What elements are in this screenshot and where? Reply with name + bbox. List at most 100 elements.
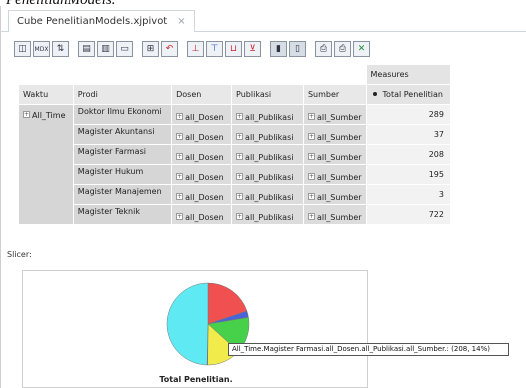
expand-icon[interactable]: + [236, 133, 244, 140]
pie-slice[interactable] [166, 282, 209, 366]
expand-icon[interactable]: + [307, 113, 315, 120]
dosen-label: all_Dosen [185, 213, 224, 222]
dosen-label: all_Dosen [185, 193, 224, 202]
expand-icon[interactable]: + [236, 193, 244, 200]
dosen-cell[interactable]: + all_Dosen [171, 164, 233, 185]
expand-icon[interactable]: + [176, 173, 184, 180]
sumber-cell[interactable]: + all_Sumber [302, 204, 367, 225]
dosen-label: all_Dosen [185, 133, 224, 142]
expand-icon[interactable]: + [307, 193, 315, 200]
expand-icon[interactable]: + [176, 113, 184, 120]
value-cell: 195 [365, 164, 452, 185]
drill-through-icon[interactable]: ⊻ [244, 41, 261, 57]
value-cell: 3 [365, 184, 452, 205]
sumber-label: all_Sumber [316, 133, 362, 142]
publikasi-label: all_Publikasi [245, 213, 294, 222]
dosen-cell[interactable]: + all_Dosen [171, 184, 233, 205]
sumber-cell[interactable]: + all_Sumber [302, 184, 367, 205]
waktu-member[interactable]: + All_Time [18, 104, 74, 225]
mdx-icon[interactable]: MDX [33, 41, 50, 57]
pivot-table: Measures Waktu Prodi Dosen Publikasi Sum… [18, 64, 452, 225]
swap-axes-icon[interactable]: ↶ [161, 41, 178, 57]
sumber-cell[interactable]: + all_Sumber [302, 164, 367, 185]
drill-replace-icon[interactable]: ⊔ [225, 41, 242, 57]
publikasi-label: all_Publikasi [245, 193, 294, 202]
pivot-toolbar: ◫ MDX ⇅ ▤ ▥ ▭ ⊞ ↶ ⊥ ⊤ ⊔ ⊻ ▮ ▯ ⎙ ⎙ ✕ [14, 40, 372, 58]
chart-panel: Total Penelitian. [22, 270, 368, 388]
sumber-label: all_Sumber [316, 173, 362, 182]
expand-icon[interactable]: + [307, 153, 315, 160]
header-waktu: Waktu [18, 84, 74, 105]
sort-icon[interactable]: ⇅ [52, 41, 69, 57]
value-cell: 289 [365, 104, 452, 125]
waktu-member-label: All_Time [32, 111, 66, 120]
header-dosen: Dosen [171, 84, 233, 105]
header-prodi: Prodi [72, 84, 173, 105]
dosen-cell[interactable]: + all_Dosen [171, 104, 233, 125]
prodi-cell: Magister Farmasi [72, 144, 173, 165]
expand-icon[interactable]: + [236, 213, 244, 220]
hide-spans-icon[interactable]: ▥ [97, 41, 114, 57]
expand-icon[interactable]: + [176, 153, 184, 160]
sumber-cell[interactable]: + all_Sumber [302, 124, 367, 145]
sumber-label: all_Sumber [316, 213, 362, 222]
expand-icon[interactable]: + [307, 213, 315, 220]
tab-cube-penelitian[interactable]: Cube PenelitianModels.xjpivot × [8, 10, 195, 32]
publikasi-label: all_Publikasi [245, 173, 294, 182]
export-excel-icon[interactable]: ✕ [353, 41, 370, 57]
expand-icon[interactable]: + [176, 133, 184, 140]
pivot-corner [18, 64, 367, 85]
print-config-icon[interactable]: ⎙ [315, 41, 332, 57]
cube-navigator-icon[interactable]: ◫ [14, 41, 31, 57]
show-chart-icon[interactable]: ▮ [270, 41, 287, 57]
expand-icon[interactable]: + [23, 111, 30, 118]
chart-config-icon[interactable]: ▯ [289, 41, 306, 57]
publikasi-cell[interactable]: + all_Publikasi [231, 164, 304, 185]
value-cell: 37 [365, 124, 452, 145]
expand-icon[interactable]: + [176, 213, 184, 220]
close-icon[interactable]: × [177, 16, 185, 27]
expand-icon[interactable]: + [176, 193, 184, 200]
expand-icon[interactable]: + [236, 113, 244, 120]
sumber-label: all_Sumber [316, 153, 362, 162]
expand-icon[interactable]: + [236, 173, 244, 180]
publikasi-cell[interactable]: + all_Publikasi [231, 184, 304, 205]
tab-title: Cube PenelitianModels.xjpivot [17, 16, 168, 27]
show-properties-icon[interactable]: ▭ [116, 41, 133, 57]
show-parent-members-icon[interactable]: ▤ [78, 41, 95, 57]
dosen-label: all_Dosen [185, 173, 224, 182]
table-row: + All_Time Doktor Ilmu Ekonomi + all_Dosen + a… [18, 104, 452, 225]
prodi-cell: Magister Hukum [72, 164, 173, 185]
measure-total-penelitian[interactable]: Total Penelitian [365, 84, 452, 105]
dosen-cell[interactable]: + all_Dosen [171, 124, 233, 145]
print-pdf-icon[interactable]: ⎙ [334, 41, 351, 57]
dosen-label: all_Dosen [185, 113, 224, 122]
publikasi-cell[interactable]: + all_Publikasi [231, 144, 304, 165]
dosen-cell[interactable]: + all_Dosen [171, 204, 233, 225]
bullet-icon [372, 92, 377, 96]
pie-chart [166, 282, 250, 366]
dosen-cell[interactable]: + all_Dosen [171, 144, 233, 165]
publikasi-label: all_Publikasi [245, 133, 294, 142]
publikasi-cell[interactable]: + all_Publikasi [231, 204, 304, 225]
header-publikasi: Publikasi [231, 84, 304, 105]
expand-icon[interactable]: + [307, 173, 315, 180]
slicer-label: Slicer: [7, 250, 32, 259]
value-cell: 208 [365, 144, 452, 165]
value-cell: 722 [365, 204, 452, 225]
prodi-cell: Magister Akuntansi [72, 124, 173, 145]
prodi-cell: Magister Manajemen [72, 184, 173, 205]
chart-title: Total Penelitian. [159, 375, 233, 384]
sumber-cell[interactable]: + all_Sumber [302, 144, 367, 165]
expand-icon[interactable]: + [236, 153, 244, 160]
publikasi-cell[interactable]: + all_Publikasi [231, 104, 304, 125]
drill-position-icon[interactable]: ⊤ [206, 41, 223, 57]
suppress-empty-icon[interactable]: ⊞ [142, 41, 159, 57]
publikasi-cell[interactable]: + all_Publikasi [231, 124, 304, 145]
drill-member-icon[interactable]: ⊥ [187, 41, 204, 57]
sumber-cell[interactable]: + all_Sumber [302, 104, 367, 125]
sumber-label: all_Sumber [316, 113, 362, 122]
table-row: Magister Manajemen + all_Dosen + all_Publika… [19, 184, 452, 205]
expand-icon[interactable]: + [307, 133, 315, 140]
table-row: Magister Hukum + all_Dosen + all_Publikasi + a… [19, 164, 452, 185]
